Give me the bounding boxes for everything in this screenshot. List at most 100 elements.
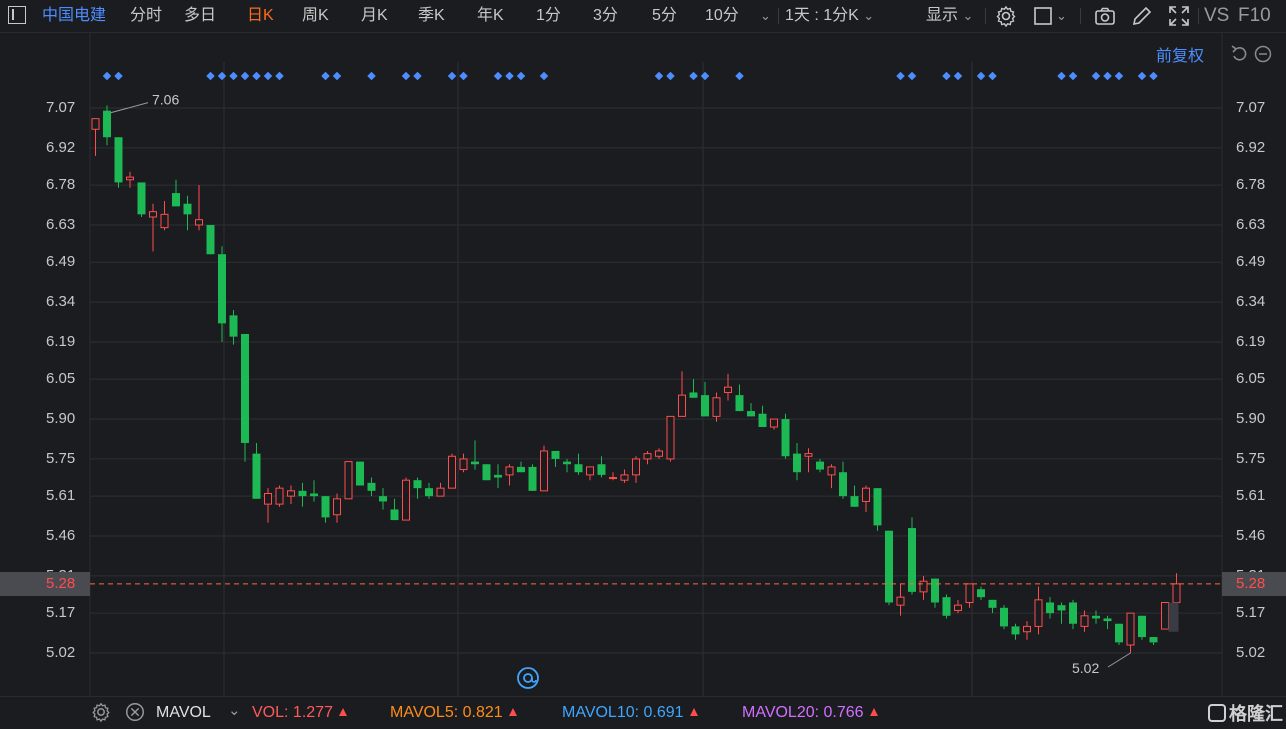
signal-dot [321,71,330,81]
more-periods-chevron-icon[interactable]: ⌄ [760,0,771,32]
signal-dot [229,71,238,81]
tab-niank[interactable]: 年K [477,0,504,32]
mavol10-label: MAVOL10: [562,704,640,721]
left-axis-tick: 6.34 [46,293,76,311]
candle-body-down [517,466,525,473]
candle-body-down [356,461,364,486]
chevron-down-icon: ⌄ [962,8,974,23]
signal-dot [275,71,284,81]
indicator-chevron-icon[interactable]: ⌄ [228,699,241,723]
square-overlay-icon[interactable] [1032,4,1056,28]
current-price-tag-right: 5.28 [1222,571,1286,596]
up-arrow-icon [869,708,878,716]
f10-button[interactable]: F10 [1238,0,1271,32]
right-axis-tick: 5.75 [1236,449,1266,467]
camera-icon[interactable] [1093,4,1117,28]
tab-1min[interactable]: 1分 [536,0,561,32]
tab-rik[interactable]: 日K [247,0,274,32]
settings-gear-icon[interactable] [994,4,1018,28]
tab-jik[interactable]: 季K [418,0,445,32]
right-axis-tick: 7.07 [1236,99,1266,116]
pencil-icon[interactable] [1130,4,1154,28]
tab-duori[interactable]: 多日 [184,0,216,32]
right-axis-tick: 5.46 [1236,527,1266,545]
candle-body-up [586,466,594,476]
mavol20-label: MAVOL20: [742,704,820,721]
tab-3min[interactable]: 3分 [593,0,618,32]
candle-body-up [149,211,157,218]
candle-body-down [1115,623,1123,643]
right-axis-tick: 6.63 [1236,215,1266,233]
brand-logo: 格隆汇 [1208,700,1283,726]
candle-body-up [954,604,962,611]
fullscreen-icon[interactable] [1167,4,1191,28]
tab-yuek[interactable]: 月K [361,0,388,32]
candlestick-chart[interactable]: 7.06 5.02 [0,32,1286,696]
candle-body-up [804,453,813,457]
mavol5-label: MAVOL5: [390,704,459,721]
candle-body-down [908,528,916,592]
vs-compare-button[interactable]: VS [1204,0,1229,32]
close-indicator-icon[interactable] [124,701,146,723]
divider [985,8,986,24]
sidebar-toggle-icon[interactable] [8,6,26,24]
overlay-chevron-icon[interactable]: ⌄ [1056,0,1067,32]
stock-name[interactable]: 中国电建 [42,0,106,32]
candle-body-up [126,176,134,181]
tab-10min[interactable]: 10分 [705,0,739,32]
candle-body-up [160,213,169,229]
signal-dot [953,71,963,81]
tab-5min[interactable]: 5分 [652,0,677,32]
chart-grid [89,32,1223,696]
candle-body-down [689,392,698,398]
toolbar: 中国电建 分时 多日 日K 周K 月K 季K 年K 1分 3分 5分 10分 ⌄… [0,0,1286,33]
candle-body-down [137,182,146,215]
candle-body-up [459,458,468,471]
tab-fenshi[interactable]: 分时 [130,0,162,32]
candle-body-up [264,492,272,505]
signal-dot [114,71,123,81]
signal-dot [666,71,675,81]
candle-body-down [977,589,985,598]
candle-body-down [252,453,261,499]
up-arrow-icon [508,708,517,716]
candle-body-down [390,509,399,521]
candle-body-up [540,450,548,492]
divider [778,8,779,24]
left-axis-tick: 6.63 [46,215,76,233]
signal-dot [1114,71,1124,81]
signal-dot [102,71,112,81]
candle-body-down [425,488,433,497]
display-menu[interactable]: 显示 ⌄ [926,0,973,32]
candle-body-up [1023,625,1031,633]
signal-dot [907,71,917,81]
tab-zhouk[interactable]: 周K [302,0,329,32]
candle-body-down [1069,602,1077,624]
signal-dot [401,71,411,81]
right-axis-tick: 5.17 [1236,604,1266,622]
signal-dot [240,71,250,81]
vol-readout: VOL: 1.277 [252,701,347,725]
candle-body-down [563,461,571,465]
candle-body-down [988,599,997,608]
indicator-settings-gear-icon[interactable] [90,701,112,723]
candle-body-down [1092,615,1100,619]
candle-body-down [1103,618,1112,622]
display-label: 显示 [926,7,959,24]
signal-dot [252,71,261,81]
indicator-bar: MAVOL ⌄ VOL: 1.277 MAVOL5: 0.821 MAVOL10… [0,696,1286,729]
candle-body-up [1034,599,1043,627]
candle-body-down [183,203,192,215]
period-select[interactable]: 1天 : 1分K ⌄ [785,0,874,32]
candle-body-up [333,498,341,516]
vol-label: VOL: [252,704,289,721]
candle-body-up [712,397,721,417]
candle-body-down [551,450,560,459]
brand-text: 格隆汇 [1229,704,1283,724]
signal-dot [988,71,997,81]
indicator-name[interactable]: MAVOL [156,701,211,725]
candle-body-up [1172,583,1181,603]
candle-body-down [758,413,767,428]
at-search-icon[interactable] [516,666,540,690]
left-axis-tick: 5.46 [46,527,76,545]
